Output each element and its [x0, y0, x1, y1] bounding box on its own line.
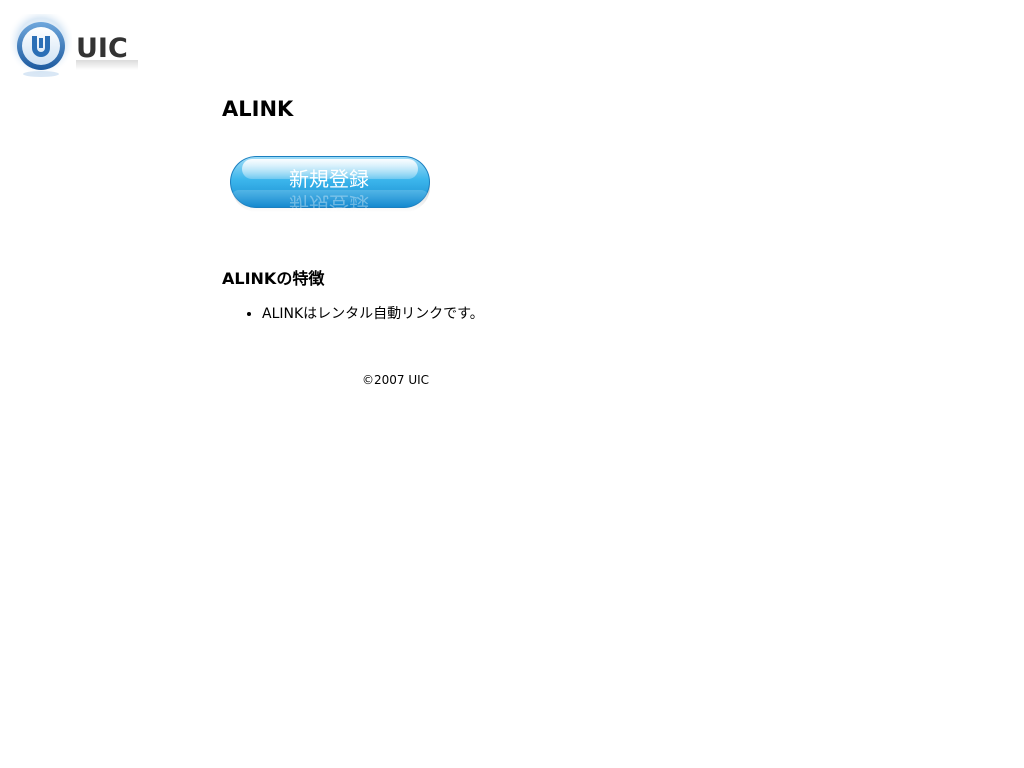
page-title: ALINK	[222, 97, 294, 121]
page: UIC ALINK 新規登録 新規登録 ALINKの特徴 • ALINKはレンタ…	[0, 0, 1024, 768]
register-button[interactable]: 新規登録 新規登録	[228, 154, 434, 216]
uic-logo: UIC	[10, 14, 138, 77]
main-content: ALINK 新規登録 新規登録 ALINKの特徴 • ALINKはレンタル自動リ…	[222, 96, 822, 387]
copyright-text: ©2007 UIC	[362, 373, 430, 387]
list-item: ALINKはレンタル自動リンクです。	[262, 304, 484, 324]
features-list: ALINKはレンタル自動リンクです。	[222, 304, 484, 324]
svg-text:UIC: UIC	[76, 33, 128, 64]
svg-text:新規登録: 新規登録	[289, 167, 369, 191]
features-heading: ALINKの特徴	[222, 269, 325, 288]
